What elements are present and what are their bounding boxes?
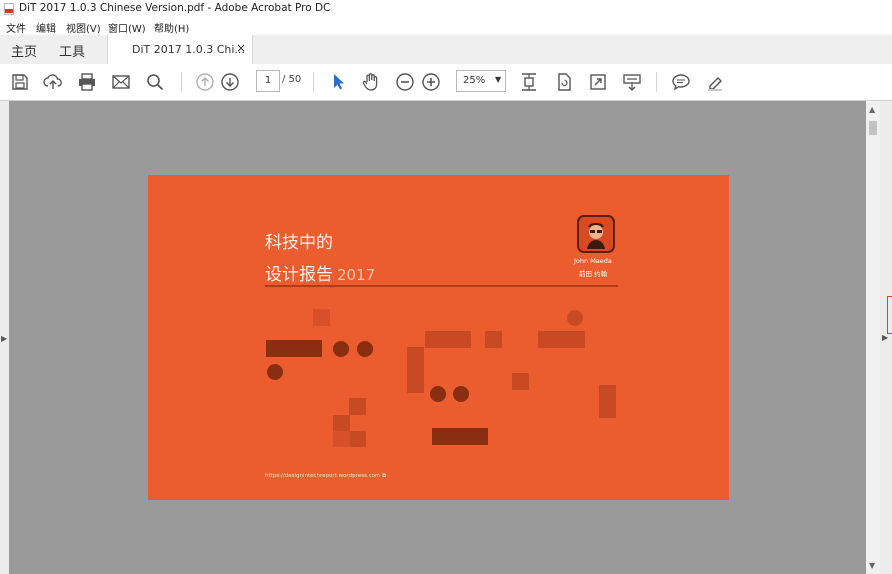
tab-document[interactable]: DiT 2017 1.0.3 Chi... × [107, 35, 253, 65]
right-panel-marker [887, 296, 892, 334]
cover-title-line2: 设计报告 2017 [265, 260, 375, 285]
toolbar-separator [313, 72, 314, 92]
tab-bar: 主页 工具 DiT 2017 1.0.3 Chi... × [0, 35, 892, 65]
page-number-input[interactable]: 1 [256, 70, 280, 92]
zoom-in-icon[interactable] [420, 71, 442, 93]
upload-cloud-icon[interactable] [42, 71, 64, 93]
read-mode-icon[interactable] [621, 71, 643, 93]
right-panel-collapsed[interactable]: ▶ [880, 101, 892, 574]
toolbar-separator [656, 72, 657, 92]
search-icon[interactable] [144, 71, 166, 93]
cover-title-line1: 科技中的 [265, 233, 333, 253]
window-title: DiT 2017 1.0.3 Chinese Version.pdf - Ado… [19, 2, 331, 14]
menu-help[interactable]: 帮助(H) [154, 20, 189, 35]
cover-url[interactable]: https://designintechreport.wordpress.com… [265, 473, 386, 480]
previous-page-icon[interactable] [194, 71, 216, 93]
menu-file[interactable]: 文件 [6, 20, 26, 35]
mail-icon[interactable] [110, 71, 132, 93]
menu-view[interactable]: 视图(V) [66, 20, 101, 35]
print-icon[interactable] [76, 71, 98, 93]
author-name-en: John Maeda [574, 257, 612, 265]
menu-window[interactable]: 窗口(W) [108, 20, 146, 35]
toolbar-separator [181, 72, 182, 92]
pdf-page: 科技中的 设计报告 2017 John Maeda 前田 约翰 https://d… [148, 175, 729, 500]
cover-pattern [266, 309, 616, 447]
comment-icon[interactable] [670, 71, 692, 93]
next-page-icon[interactable] [219, 71, 241, 93]
zoom-value: 25% [463, 75, 486, 86]
vertical-scrollbar[interactable]: ▲ ▼ [866, 101, 880, 574]
full-screen-icon[interactable] [587, 71, 609, 93]
scroll-down-icon[interactable]: ▼ [869, 561, 875, 570]
cover-title-text: 设计报告 [265, 265, 333, 285]
rotate-page-icon[interactable] [553, 71, 575, 93]
zoom-out-icon[interactable] [394, 71, 416, 93]
tab-tools[interactable]: 工具 [59, 41, 85, 60]
main-toolbar: 1 / 50 25% ▼ [0, 64, 892, 101]
window-titlebar: DiT 2017 1.0.3 Chinese Version.pdf - Ado… [0, 0, 892, 18]
menu-edit[interactable]: 编辑 [36, 20, 56, 35]
tab-document-label: DiT 2017 1.0.3 Chi... [132, 43, 245, 56]
zoom-select[interactable]: 25% ▼ [456, 70, 506, 92]
author-name-zh: 前田 约翰 [579, 270, 608, 278]
fit-page-icon[interactable] [518, 71, 540, 93]
external-link-icon: ⧉ [382, 473, 387, 479]
save-icon[interactable] [9, 71, 31, 93]
scroll-up-icon[interactable]: ▲ [869, 105, 875, 114]
tab-home[interactable]: 主页 [11, 41, 37, 60]
left-panel-collapsed[interactable]: ▶ [0, 101, 9, 574]
page-total: / 50 [282, 74, 302, 85]
scroll-thumb[interactable] [869, 121, 877, 135]
select-cursor-icon[interactable] [327, 71, 349, 93]
expand-right-icon[interactable]: ▶ [882, 333, 888, 342]
cover-underline [265, 285, 618, 287]
expand-left-icon[interactable]: ▶ [1, 334, 7, 343]
cover-url-text: https://designintechreport.wordpress.com [265, 473, 381, 479]
author-avatar [577, 215, 615, 253]
hand-tool-icon[interactable] [360, 71, 382, 93]
pdf-file-icon [4, 3, 14, 15]
chevron-down-icon: ▼ [495, 75, 502, 84]
menu-bar: 文件 编辑 视图(V) 窗口(W) 帮助(H) [0, 18, 892, 35]
cover-year: 2017 [337, 266, 376, 284]
highlight-pen-icon[interactable] [704, 71, 726, 93]
close-tab-icon[interactable]: × [236, 41, 246, 55]
